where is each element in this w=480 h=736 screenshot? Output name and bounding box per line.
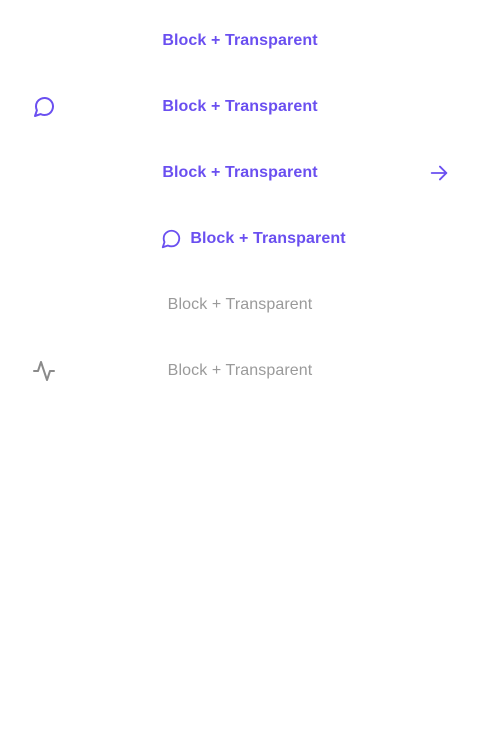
activity-icon	[33, 361, 55, 381]
button-label: Block + Transparent	[162, 32, 318, 49]
message-circle-icon	[162, 229, 181, 249]
button-label: Block + Transparent	[167, 296, 313, 313]
block-transparent-button-3[interactable]: Block + Transparent	[0, 140, 480, 206]
block-transparent-button-6-disabled: Block + Transparent	[0, 338, 480, 404]
button-label: Block + Transparent	[190, 230, 346, 247]
block-transparent-button-4[interactable]: Block + Transparent	[0, 206, 480, 272]
message-circle-icon	[34, 96, 55, 117]
block-transparent-button-2[interactable]: Block + Transparent	[0, 74, 480, 140]
button-label: Block + Transparent	[162, 98, 318, 115]
arrow-right-icon	[430, 165, 448, 181]
inline-icon-label-group: Block + Transparent	[160, 228, 346, 250]
block-transparent-button-1[interactable]: Block + Transparent	[0, 8, 480, 74]
button-label: Block + Transparent	[162, 164, 318, 181]
button-label: Block + Transparent	[167, 362, 313, 379]
block-transparent-button-5-disabled: Block + Transparent	[0, 272, 480, 338]
